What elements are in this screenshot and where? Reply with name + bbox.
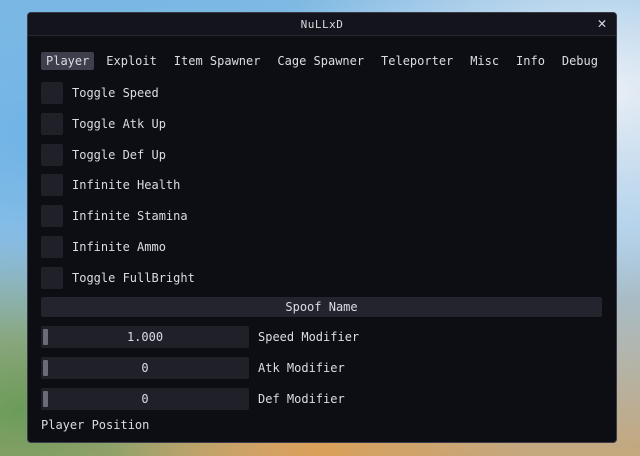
tab-bar: Player Exploit Item Spawner Cage Spawner… xyxy=(41,51,603,71)
cheat-menu-window: NuLLxD ✕ Player Exploit Item Spawner Cag… xyxy=(27,12,617,443)
infinite-ammo-checkbox[interactable] xyxy=(41,236,63,258)
close-icon[interactable]: ✕ xyxy=(594,15,610,31)
atk-modifier-row: 0 Atk Modifier xyxy=(41,357,345,379)
infinite-ammo-label: Infinite Ammo xyxy=(72,240,166,254)
tab-misc[interactable]: Misc xyxy=(465,52,504,70)
player-position-label: Player Position xyxy=(41,418,150,432)
atk-modifier-slider[interactable]: 0 xyxy=(41,357,249,379)
toggle-speed-label: Toggle Speed xyxy=(72,86,159,100)
speed-modifier-value: 1.000 xyxy=(126,330,164,344)
tab-teleporter[interactable]: Teleporter xyxy=(376,52,458,70)
window-title: NuLLxD xyxy=(300,17,344,31)
tab-info[interactable]: Info xyxy=(511,52,550,70)
toggle-def-up-row[interactable]: Toggle Def Up xyxy=(41,144,166,166)
speed-modifier-slider[interactable]: 1.000 xyxy=(41,326,249,348)
toggle-def-up-checkbox[interactable] xyxy=(41,144,63,166)
tab-cage-spawner[interactable]: Cage Spawner xyxy=(272,52,369,70)
infinite-stamina-label: Infinite Stamina xyxy=(72,209,188,223)
speed-modifier-label: Speed Modifier xyxy=(258,330,360,344)
toggle-fullbright-checkbox[interactable] xyxy=(41,267,63,289)
def-modifier-slider[interactable]: 0 xyxy=(41,388,249,410)
slider-grab-handle[interactable] xyxy=(43,329,48,345)
def-modifier-value: 0 xyxy=(141,392,149,406)
toggle-fullbright-label: Toggle FullBright xyxy=(72,271,195,285)
spoof-name-button[interactable]: Spoof Name xyxy=(41,297,602,317)
toggle-speed-row[interactable]: Toggle Speed xyxy=(41,82,159,104)
tab-exploit[interactable]: Exploit xyxy=(101,52,162,70)
tab-player[interactable]: Player xyxy=(41,52,95,70)
slider-grab-handle[interactable] xyxy=(43,360,48,376)
def-modifier-row: 0 Def Modifier xyxy=(41,388,345,410)
infinite-health-checkbox[interactable] xyxy=(41,174,63,196)
infinite-health-label: Infinite Health xyxy=(72,178,181,192)
toggle-fullbright-row[interactable]: Toggle FullBright xyxy=(41,267,195,289)
def-modifier-label: Def Modifier xyxy=(258,392,345,406)
slider-grab-handle[interactable] xyxy=(43,391,48,407)
toggle-def-up-label: Toggle Def Up xyxy=(72,148,166,162)
title-bar[interactable]: NuLLxD ✕ xyxy=(28,13,616,36)
infinite-health-row[interactable]: Infinite Health xyxy=(41,174,180,196)
toggle-atk-up-row[interactable]: Toggle Atk Up xyxy=(41,113,166,135)
atk-modifier-value: 0 xyxy=(141,361,149,375)
speed-modifier-row: 1.000 Speed Modifier xyxy=(41,326,359,348)
infinite-stamina-row[interactable]: Infinite Stamina xyxy=(41,205,188,227)
toggle-atk-up-label: Toggle Atk Up xyxy=(72,117,166,131)
toggle-speed-checkbox[interactable] xyxy=(41,82,63,104)
toggle-atk-up-checkbox[interactable] xyxy=(41,113,63,135)
tab-debug[interactable]: Debug xyxy=(557,52,603,70)
infinite-stamina-checkbox[interactable] xyxy=(41,205,63,227)
infinite-ammo-row[interactable]: Infinite Ammo xyxy=(41,236,166,258)
tab-item-spawner[interactable]: Item Spawner xyxy=(169,52,266,70)
atk-modifier-label: Atk Modifier xyxy=(258,361,345,375)
